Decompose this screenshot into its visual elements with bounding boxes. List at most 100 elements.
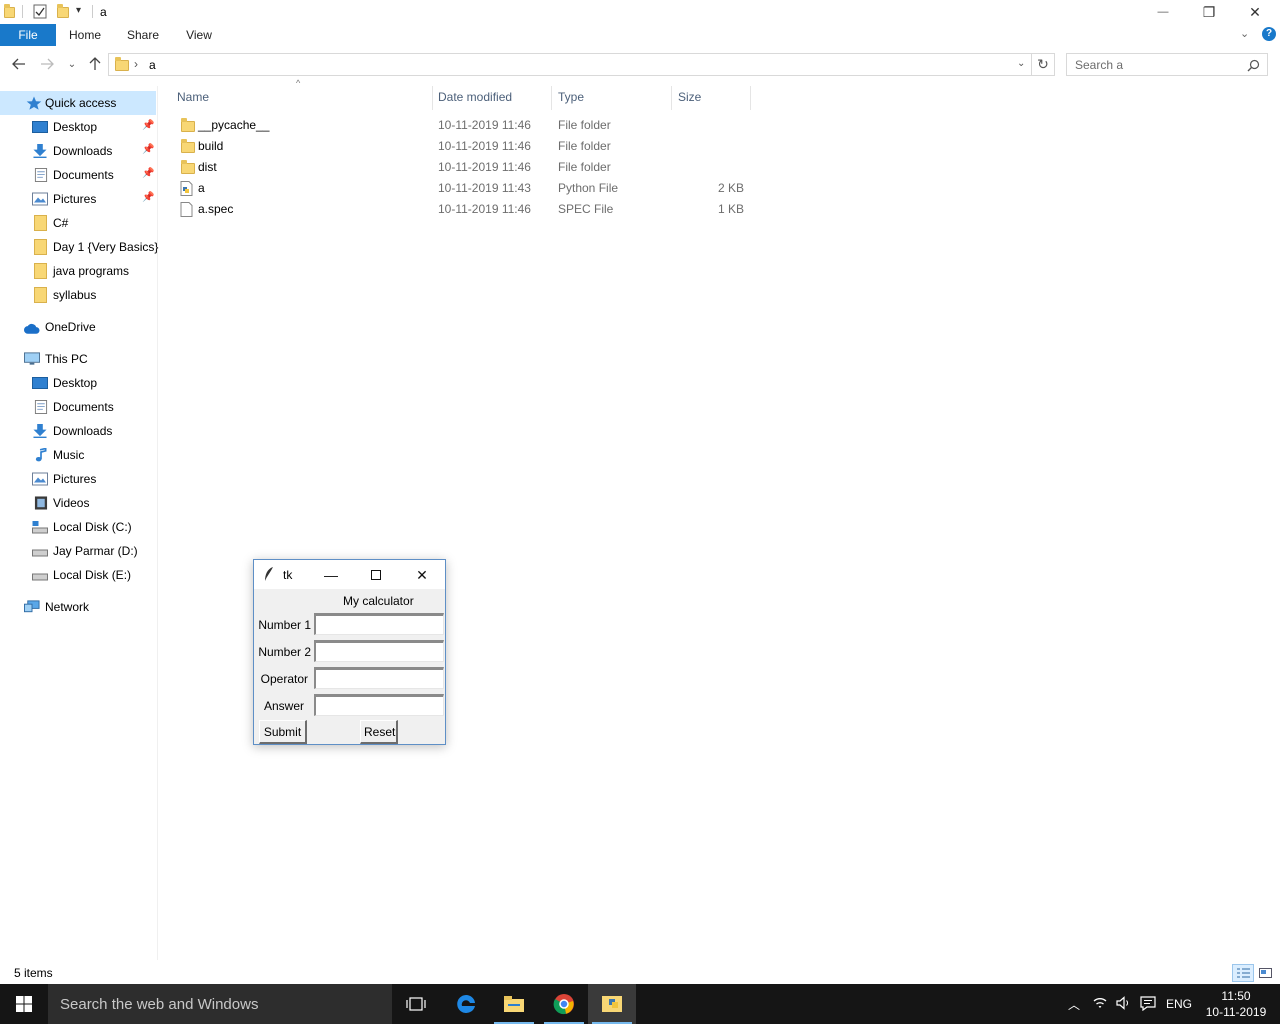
recent-locations-icon[interactable]: ⌄	[62, 54, 82, 74]
start-button[interactable]	[0, 984, 48, 1024]
tab-share[interactable]: Share	[120, 24, 166, 46]
tk-window-title: tk	[283, 568, 293, 582]
properties-icon[interactable]	[33, 4, 47, 19]
sidebar-item-network[interactable]: Network	[0, 595, 156, 619]
taskbar-search-box[interactable]: Search the web and Windows	[48, 984, 392, 1024]
sidebar-item-local-disk-c[interactable]: Local Disk (C:)	[0, 515, 156, 539]
sidebar-item-local-disk-e[interactable]: Local Disk (E:)	[0, 563, 156, 587]
tk-calculator-window: tk — ✕ My calculator Number 1 Number 2 O…	[253, 559, 446, 745]
edge-app[interactable]	[442, 984, 490, 1024]
column-header-type[interactable]: Type	[558, 90, 584, 112]
large-icons-view-button[interactable]	[1256, 964, 1276, 982]
path-segment[interactable]: a	[149, 58, 156, 72]
column-divider[interactable]	[551, 86, 552, 110]
up-button[interactable]	[85, 54, 105, 74]
address-bar[interactable]: › a ⌄	[108, 53, 1032, 76]
help-icon[interactable]: ?	[1262, 27, 1276, 41]
new-folder-icon[interactable]	[56, 4, 70, 18]
python-app[interactable]	[588, 984, 636, 1024]
videos-icon	[34, 496, 48, 510]
column-header-date[interactable]: Date modified	[438, 90, 512, 112]
sidebar-item-java-programs[interactable]: java programs	[0, 259, 156, 283]
sidebar-item-pc-videos[interactable]: Videos	[0, 491, 156, 515]
file-type: SPEC File	[558, 202, 614, 216]
action-center-icon[interactable]	[1140, 996, 1156, 1011]
number1-input[interactable]	[314, 613, 444, 635]
desktop-icon	[32, 121, 48, 133]
minimize-button[interactable]: —	[1140, 0, 1186, 24]
sidebar-item-pc-documents[interactable]: Documents	[0, 395, 156, 419]
column-header-name[interactable]: Name	[177, 90, 209, 112]
taskbar-clock[interactable]: 11:50 10-11-2019	[1198, 988, 1274, 1020]
column-divider[interactable]	[671, 86, 672, 110]
column-header-size[interactable]: Size	[678, 90, 701, 112]
reset-button[interactable]: Reset	[360, 720, 398, 744]
close-icon: ✕	[1249, 3, 1261, 20]
sidebar-item-pc-pictures[interactable]: Pictures	[0, 467, 156, 491]
submit-button[interactable]: Submit	[259, 720, 307, 744]
input-language[interactable]: ENG	[1166, 997, 1192, 1011]
file-row[interactable]: dist 10-11-2019 11:46 File folder	[168, 157, 758, 178]
folder-icon	[4, 4, 18, 18]
sidebar-item-pictures[interactable]: Pictures 📌	[0, 187, 156, 211]
sidebar-item-this-pc[interactable]: This PC	[0, 347, 156, 371]
address-dropdown-icon[interactable]: ⌄	[1017, 58, 1025, 69]
edge-icon	[457, 994, 475, 1013]
sidebar-item-label: Videos	[53, 496, 90, 510]
column-divider[interactable]	[750, 86, 751, 110]
tab-home[interactable]: Home	[62, 24, 108, 46]
file-row[interactable]: a 10-11-2019 11:43 Python File 2 KB	[168, 178, 758, 199]
window-title: a	[100, 5, 107, 19]
tab-file[interactable]: File	[0, 24, 56, 46]
expand-ribbon-icon[interactable]: ⌄	[1240, 27, 1249, 40]
restore-button[interactable]: ❐	[1186, 0, 1232, 24]
volume-icon[interactable]	[1116, 996, 1132, 1010]
tab-view[interactable]: View	[178, 24, 220, 46]
tk-close-button[interactable]: ✕	[407, 564, 437, 586]
search-box[interactable]: Search a	[1066, 53, 1268, 76]
chrome-app[interactable]	[540, 984, 588, 1024]
column-divider[interactable]	[432, 86, 433, 110]
sidebar-item-pc-desktop[interactable]: Desktop	[0, 371, 156, 395]
wifi-icon[interactable]	[1092, 996, 1108, 1010]
answer-field[interactable]	[314, 694, 444, 716]
drive-icon	[32, 573, 48, 581]
number2-input[interactable]	[314, 640, 444, 662]
sidebar-item-documents[interactable]: Documents 📌	[0, 163, 156, 187]
sidebar-item-label: C#	[53, 216, 69, 230]
file-row[interactable]: a.spec 10-11-2019 11:46 SPEC File 1 KB	[168, 199, 758, 220]
tk-maximize-button[interactable]	[361, 564, 391, 586]
sidebar-item-quick-access[interactable]: Quick access	[0, 91, 156, 115]
folder-icon	[34, 239, 47, 255]
operator-input[interactable]	[314, 667, 444, 689]
sidebar-item-jay-parmar-d[interactable]: Jay Parmar (D:)	[0, 539, 156, 563]
refresh-button[interactable]: ↻	[1032, 53, 1055, 76]
sidebar-item-onedrive[interactable]: OneDrive	[0, 315, 156, 339]
sidebar-item-pc-music[interactable]: Music	[0, 443, 156, 467]
sidebar-item-label: Jay Parmar (D:)	[53, 544, 138, 558]
sidebar-item-syllabus[interactable]: syllabus	[0, 283, 156, 307]
taskbar-search-input[interactable]: Search the web and Windows	[60, 996, 258, 1013]
sidebar-item-pc-downloads[interactable]: Downloads	[0, 419, 156, 443]
pictures-icon	[32, 472, 48, 486]
show-hidden-icons-icon[interactable]: ︿	[1068, 996, 1080, 1013]
sidebar-item-downloads[interactable]: Downloads 📌	[0, 139, 156, 163]
tk-minimize-button[interactable]: —	[316, 564, 346, 586]
sidebar-item-label: Desktop	[53, 120, 98, 134]
sidebar-item-day1[interactable]: Day 1 {Very Basics}	[0, 235, 158, 259]
back-button[interactable]	[9, 54, 29, 74]
forward-button[interactable]	[37, 54, 57, 74]
customize-toolbar-icon[interactable]: ▾	[76, 5, 81, 16]
sidebar-item-csharp[interactable]: C#	[0, 211, 156, 235]
details-view-button[interactable]	[1232, 964, 1254, 982]
file-explorer-icon	[504, 996, 524, 1012]
folder-icon	[34, 287, 47, 303]
search-input[interactable]: Search a	[1075, 58, 1123, 72]
file-row[interactable]: __pycache__ 10-11-2019 11:46 File folder	[168, 115, 758, 136]
file-name: a.spec	[198, 202, 234, 216]
sidebar-item-desktop[interactable]: Desktop 📌	[0, 115, 156, 139]
file-explorer-app[interactable]	[490, 984, 538, 1024]
task-view-button[interactable]	[392, 984, 440, 1024]
close-button[interactable]: ✕	[1232, 0, 1278, 24]
file-row[interactable]: build 10-11-2019 11:46 File folder	[168, 136, 758, 157]
